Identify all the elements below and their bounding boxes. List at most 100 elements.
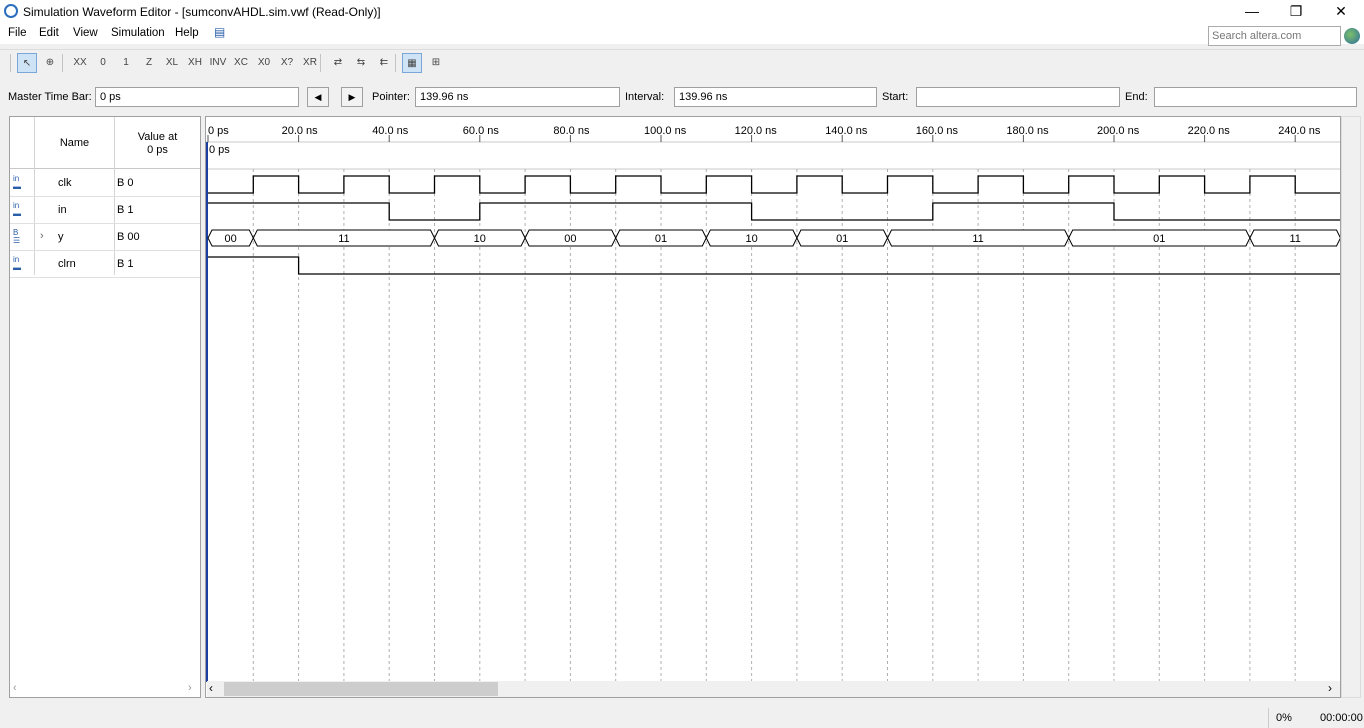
y-bus-value: 11 xyxy=(1289,233,1300,245)
pointer-label: Pointer: xyxy=(372,91,410,103)
high-impedance-icon[interactable]: Z xyxy=(139,53,159,73)
menu-edit[interactable]: Edit xyxy=(39,27,59,39)
start-label: Start: xyxy=(882,91,909,103)
close-button[interactable]: ✕ xyxy=(1318,0,1364,24)
minimize-button[interactable]: — xyxy=(1229,0,1275,24)
scroll-right-icon[interactable]: › xyxy=(1328,681,1332,695)
master-time-bar-field[interactable]: 0 ps xyxy=(95,87,299,107)
elapsed-time: 00:00:00 xyxy=(1320,712,1363,724)
snap-to-grid-icon[interactable]: ⇄ xyxy=(328,53,348,73)
start-field[interactable] xyxy=(916,87,1120,107)
menu-view[interactable]: View xyxy=(73,27,98,39)
pointer-tool-icon[interactable]: ↖ xyxy=(17,53,37,73)
value-header-line2: 0 ps xyxy=(147,144,168,156)
window-title: Simulation Waveform Editor - [sumconvAHD… xyxy=(23,5,381,19)
horizontal-scroll-thumb[interactable] xyxy=(224,682,498,696)
signal-row-y[interactable]: B ☰ › y B 00 xyxy=(10,224,200,251)
scroll-right-icon[interactable]: › xyxy=(188,682,192,694)
expand-icon[interactable]: ⊞ xyxy=(426,53,446,73)
name-column-header[interactable]: Name xyxy=(35,137,114,149)
grid-icon[interactable]: ▦ xyxy=(402,53,422,73)
time-tick-label: 120.0 ns xyxy=(735,125,778,137)
y-bus-value: 00 xyxy=(564,233,576,245)
signal-list-panel: Name Value at 0 ps in ▬ clk B 0 in ▬ in B … xyxy=(9,116,201,698)
arbitrary-value-icon[interactable]: XR xyxy=(300,53,320,73)
search-input[interactable]: Search altera.com xyxy=(1208,26,1341,46)
toolbar-separator xyxy=(62,54,63,72)
input-pin-icon: in ▬ xyxy=(13,174,21,191)
waveform-canvas[interactable]: 0 ps 20.0 ns 40.0 ns 60.0 ns 80.0 ns 100.0 ns… xyxy=(206,117,1341,682)
weak-high-icon[interactable]: XH xyxy=(185,53,205,73)
end-label: End: xyxy=(1125,91,1148,103)
input-pin-icon: in ▬ xyxy=(13,255,21,272)
signal-name: in xyxy=(58,204,67,216)
time-tick-label: 40.0 ns xyxy=(372,125,409,137)
time-tick-label: 100.0 ns xyxy=(644,125,687,137)
menu-help[interactable]: Help xyxy=(175,27,199,39)
menu-file[interactable]: File xyxy=(8,27,27,39)
time-tick-label: 160.0 ns xyxy=(916,125,959,137)
expand-chevron-icon[interactable]: › xyxy=(40,230,44,242)
master-time-bar-label: Master Time Bar: xyxy=(8,91,92,103)
time-tick-label: 240.0 ns xyxy=(1278,125,1321,137)
count-value-icon[interactable]: XC xyxy=(231,53,251,73)
toolbar-separator xyxy=(10,54,11,72)
app-icon xyxy=(4,4,18,18)
status-bar: 0% 00:00:00 xyxy=(0,708,1364,728)
signal-row-in[interactable]: in ▬ in B 1 xyxy=(10,197,200,224)
signal-name: clk xyxy=(58,177,72,189)
restore-button[interactable]: ❐ xyxy=(1273,0,1319,24)
scroll-left-icon[interactable]: ‹ xyxy=(13,682,17,694)
vertical-scrollbar[interactable] xyxy=(1341,116,1361,698)
ungroup-icon[interactable]: ⇇ xyxy=(374,53,394,73)
weak-low-icon[interactable]: XL xyxy=(162,53,182,73)
invert-icon[interactable]: INV xyxy=(208,53,228,73)
time-tick-label: 180.0 ns xyxy=(1006,125,1049,137)
signal-name: y xyxy=(58,231,64,243)
random-value-icon[interactable]: X? xyxy=(277,53,297,73)
signal-list-header: Name Value at 0 ps xyxy=(10,117,200,169)
signal-row-clrn[interactable]: in ▬ clrn B 1 xyxy=(10,251,200,278)
bus-output-icon: B ☰ xyxy=(13,228,21,245)
clk-waveform xyxy=(208,175,1340,194)
time-tick-label: 20.0 ns xyxy=(282,125,319,137)
forcing-unknown-icon[interactable]: XX xyxy=(70,53,90,73)
value-column-header[interactable]: Value at 0 ps xyxy=(115,131,200,157)
time-tick-label: 140.0 ns xyxy=(825,125,868,137)
time-tick-label: 220.0 ns xyxy=(1188,125,1231,137)
zoom-tool-icon[interactable]: ⊕ xyxy=(40,53,60,73)
y-bus-value: 01 xyxy=(1153,233,1165,245)
signal-name: clrn xyxy=(58,258,76,270)
forcing-low-icon[interactable]: 0 xyxy=(93,53,113,73)
feedback-icon[interactable]: ▤ xyxy=(214,25,225,39)
clock-value-icon[interactable]: X0 xyxy=(254,53,274,73)
group-icon[interactable]: ⇆ xyxy=(351,53,371,73)
forcing-high-icon[interactable]: 1 xyxy=(116,53,136,73)
clrn-waveform xyxy=(208,256,1340,275)
next-transition-button[interactable]: ▶ xyxy=(341,87,363,107)
pointer-field[interactable]: 139.96 ns xyxy=(415,87,620,107)
input-pin-icon: in ▬ xyxy=(13,201,21,218)
signal-row-clk[interactable]: in ▬ clk B 0 xyxy=(10,170,200,197)
end-field[interactable] xyxy=(1154,87,1357,107)
signal-value: B 1 xyxy=(117,204,134,216)
time-tick-label: 0 ps xyxy=(208,125,229,137)
globe-icon[interactable] xyxy=(1344,28,1360,44)
previous-transition-button[interactable]: ◀ xyxy=(307,87,329,107)
toolbar-separator xyxy=(395,54,396,72)
y-bus-value: 00 xyxy=(225,233,237,245)
time-tick-label: 200.0 ns xyxy=(1097,125,1140,137)
name-panel-scrollbar[interactable]: ‹ › xyxy=(9,681,201,697)
signal-value: B 00 xyxy=(117,231,140,243)
value-header-line1: Value at xyxy=(137,131,178,143)
in-waveform xyxy=(208,202,1340,221)
time-tick-label: 80.0 ns xyxy=(553,125,590,137)
waveform-panel[interactable]: 0 ps 20.0 ns 40.0 ns 60.0 ns 80.0 ns 100.0 ns… xyxy=(205,116,1341,698)
interval-field[interactable]: 139.96 ns xyxy=(674,87,877,107)
progress-text: 0% xyxy=(1276,712,1292,724)
scroll-left-icon[interactable]: ‹ xyxy=(209,681,213,695)
menu-simulation[interactable]: Simulation xyxy=(111,27,165,39)
time-tick-label: 60.0 ns xyxy=(463,125,500,137)
y-bus-value: 10 xyxy=(474,233,486,245)
menu-bar: File Edit View Simulation Help ▤ xyxy=(0,24,1364,44)
